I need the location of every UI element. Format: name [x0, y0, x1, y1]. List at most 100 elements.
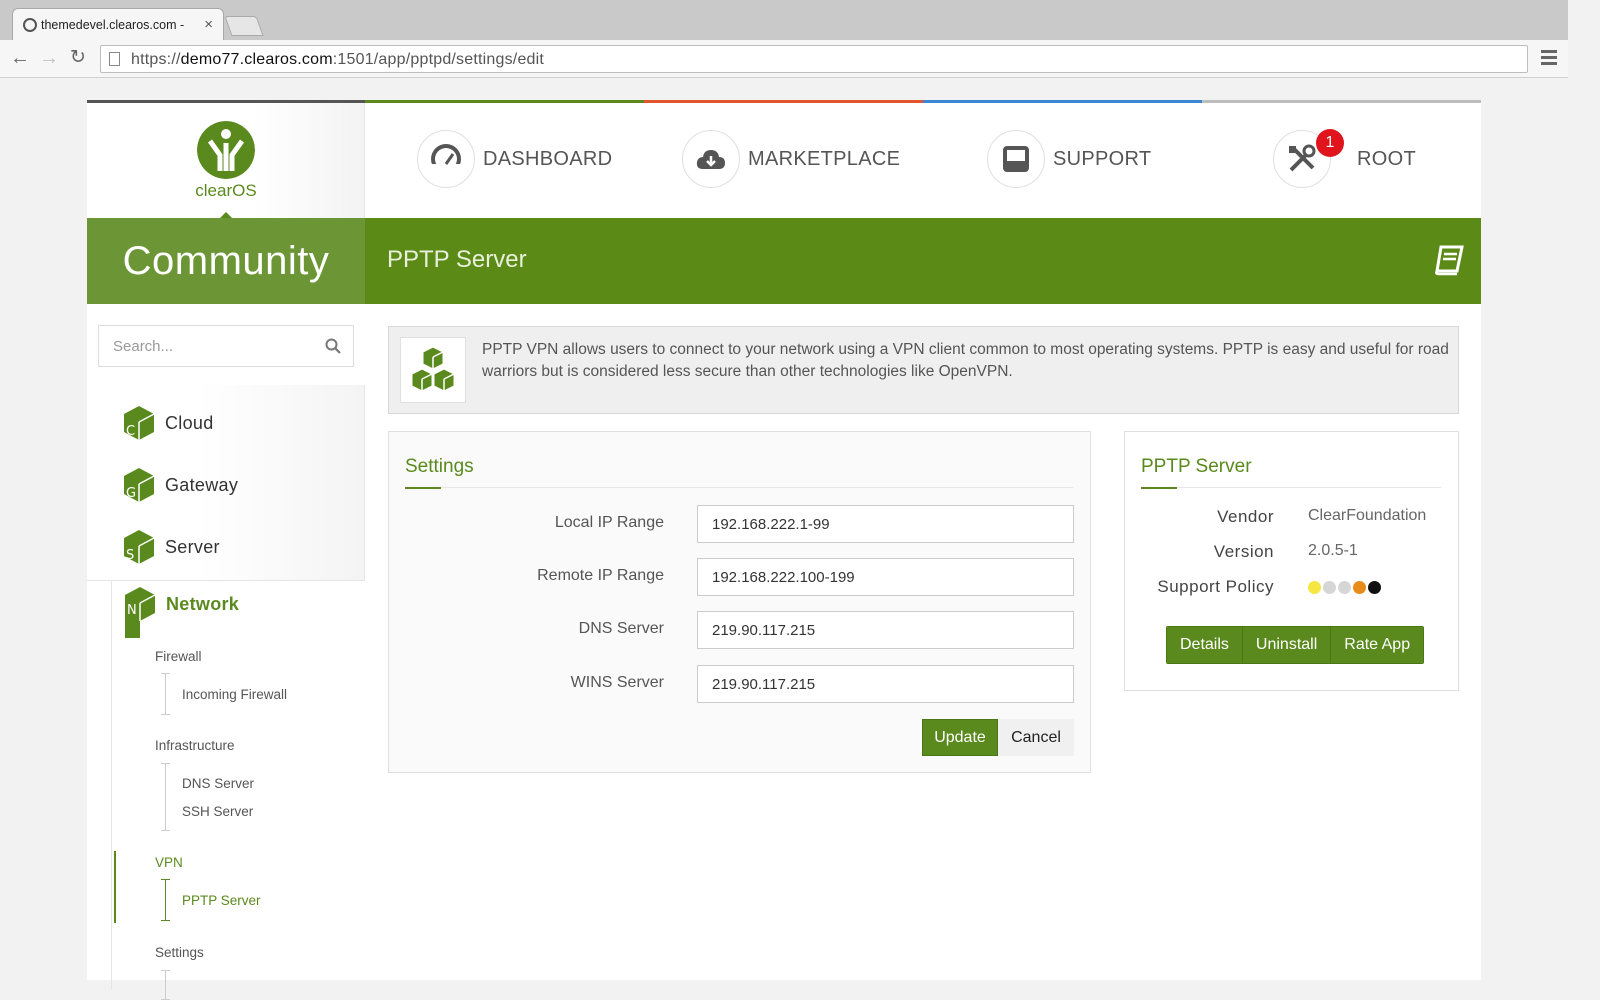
rate-app-button[interactable]: Rate App: [1331, 627, 1424, 663]
accent-line: [365, 100, 644, 103]
app-info-panel: PPTP Server Vendor ClearFoundation Versi…: [1124, 431, 1459, 691]
network-section: N Network Firewall Incoming Firewall Inf…: [111, 580, 365, 1000]
clearos-logo-icon: [197, 121, 255, 179]
wins-server-input[interactable]: [697, 665, 1074, 703]
tree-line: [161, 763, 170, 831]
nav-ssh-server[interactable]: SSH Server: [182, 804, 253, 819]
server-cube-icon: S: [124, 530, 155, 564]
app-description-text: PPTP VPN allows users to connect to your…: [482, 341, 1449, 380]
browser-tab[interactable]: themedevel.clearos.com - ×: [12, 8, 224, 40]
svg-text:N: N: [127, 603, 137, 618]
reload-icon[interactable]: ↻: [70, 47, 86, 69]
active-section-marker: [114, 851, 116, 923]
app-actions: Details Uninstall Rate App: [1166, 626, 1425, 664]
nav-dashboard[interactable]: DASHBOARD: [417, 130, 612, 188]
logo[interactable]: clearOS: [87, 103, 365, 218]
app-icon-box: [400, 337, 466, 403]
nav-root-label: ROOT: [1357, 147, 1416, 170]
favicon-icon: [23, 18, 37, 32]
tree-line: [161, 673, 170, 715]
dns-server-label: DNS Server: [578, 620, 664, 637]
tab-title: themedevel.clearos.com -: [41, 18, 185, 32]
settings-title: Settings: [405, 456, 474, 477]
uninstall-button[interactable]: Uninstall: [1242, 627, 1332, 663]
forward-arrow-icon[interactable]: →: [39, 47, 59, 69]
edition-label: Community: [87, 218, 365, 304]
app-frame: clearOS DASHBOARD MARKETPLACE SUPPORT 1 …: [87, 100, 1481, 1000]
nav-dns-server[interactable]: DNS Server: [182, 776, 254, 791]
local-ip-range-row: Local IP Range: [389, 505, 1090, 543]
settings-panel: Settings Local IP Range Remote IP Range …: [388, 431, 1091, 773]
gateway-cube-icon: G: [124, 468, 155, 502]
sidebar-item-cloud[interactable]: C Cloud: [123, 405, 214, 441]
cloud-cube-icon: C: [124, 406, 155, 440]
local-ip-range-input[interactable]: [697, 505, 1074, 543]
nav-marketplace[interactable]: MARKETPLACE: [682, 130, 900, 188]
page-icon: [109, 52, 120, 66]
browser-menu-icon[interactable]: [1541, 50, 1557, 66]
cancel-button[interactable]: Cancel: [998, 719, 1074, 756]
update-button[interactable]: Update: [922, 719, 998, 756]
inbox-icon: [1003, 146, 1029, 172]
sidebar: C Cloud G Gateway S Server: [87, 304, 365, 1000]
search-input[interactable]: [113, 338, 313, 355]
browser-tab-bar: themedevel.clearos.com - ×: [0, 0, 1568, 40]
remote-ip-range-row: Remote IP Range: [389, 558, 1090, 596]
sidebar-item-server[interactable]: S Server: [123, 529, 220, 565]
remote-ip-range-label: Remote IP Range: [537, 567, 664, 584]
dns-server-input[interactable]: [697, 611, 1074, 649]
user-guide-book-icon[interactable]: [1433, 244, 1465, 276]
nav-support[interactable]: SUPPORT: [987, 130, 1151, 188]
details-button[interactable]: Details: [1167, 627, 1243, 663]
nav-incoming-firewall[interactable]: Incoming Firewall: [182, 687, 287, 702]
browser-toolbar: ← → ↻ https://demo77.clearos.com:1501/ap…: [0, 40, 1568, 78]
app-description: PPTP VPN allows users to connect to your…: [388, 326, 1459, 414]
search-box: [98, 325, 354, 367]
support-level-dot: [1323, 581, 1336, 595]
version-row: Version 2.0.5-1: [1125, 542, 1458, 566]
local-ip-range-label: Local IP Range: [554, 514, 664, 531]
new-tab-button[interactable]: [224, 16, 264, 36]
back-arrow-icon[interactable]: ←: [10, 47, 30, 69]
accent-line: [1202, 100, 1481, 103]
dns-server-row: DNS Server: [389, 611, 1090, 649]
support-policy-row: Support Policy: [1125, 577, 1458, 601]
support-level-dot: [1338, 581, 1351, 595]
network-cube-icon: N: [125, 587, 156, 638]
group-firewall[interactable]: Firewall: [155, 649, 202, 664]
wins-server-row: WINS Server: [389, 665, 1090, 703]
nav-marketplace-label: MARKETPLACE: [748, 147, 901, 170]
support-level-dot: [1353, 581, 1366, 595]
accent-line: [923, 100, 1202, 103]
vendor-label: Vendor: [1217, 507, 1274, 526]
sidebar-item-gateway[interactable]: G Gateway: [123, 467, 238, 503]
category-list: C Cloud G Gateway S Server: [87, 385, 365, 581]
logo-text: clearOS: [195, 181, 257, 200]
support-policy-dots: [1308, 579, 1383, 597]
nav-support-label: SUPPORT: [1053, 147, 1152, 170]
wins-server-label: WINS Server: [570, 674, 664, 691]
svg-text:G: G: [126, 486, 136, 501]
search-icon[interactable]: [325, 338, 341, 354]
nav-pptp-server[interactable]: PPTP Server: [182, 893, 261, 908]
svg-text:C: C: [126, 424, 135, 439]
support-policy-label: Support Policy: [1157, 577, 1274, 596]
notification-badge[interactable]: 1: [1316, 129, 1344, 157]
nav-dashboard-label: DASHBOARD: [483, 147, 613, 170]
version-label: Version: [1213, 542, 1274, 561]
app-info-title-underline: [1141, 487, 1441, 489]
nav-root[interactable]: 1 ROOT: [1273, 129, 1416, 188]
app-info-title: PPTP Server: [1141, 456, 1252, 477]
address-bar[interactable]: https://demo77.clearos.com:1501/app/pptp…: [100, 45, 1528, 73]
group-settings[interactable]: Settings: [155, 945, 204, 960]
tools-icon: [1289, 144, 1316, 172]
group-vpn[interactable]: VPN: [155, 855, 183, 870]
remote-ip-range-input[interactable]: [697, 558, 1074, 596]
settings-title-underline: [405, 487, 1073, 489]
cubes-icon: [411, 346, 455, 392]
tree-line: [161, 970, 170, 1000]
sidebar-item-network[interactable]: N Network: [124, 587, 239, 638]
tab-close-icon[interactable]: ×: [204, 16, 213, 33]
group-infrastructure[interactable]: Infrastructure: [155, 738, 235, 753]
page-title: PPTP Server: [387, 246, 527, 273]
